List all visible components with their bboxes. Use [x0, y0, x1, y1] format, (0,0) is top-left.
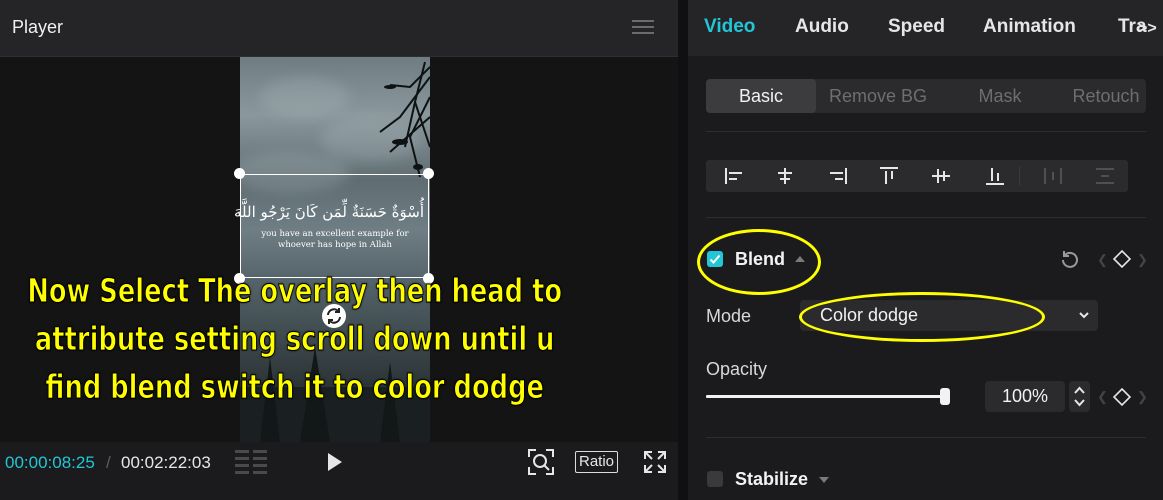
overlay-selection-box[interactable]: [240, 174, 429, 278]
distribute-horizontal-icon[interactable]: [1040, 164, 1066, 188]
keyframe-diamond-icon[interactable]: [1112, 387, 1132, 407]
preview-canvas[interactable]: أُسْوَةٌ حَسَنَةٌ لِّمَن كَانَ يَرْجُو ا…: [0, 57, 678, 442]
opacity-slider[interactable]: [706, 388, 950, 405]
align-middle-vertical-icon[interactable]: [928, 164, 954, 188]
resize-handle-top-left[interactable]: [234, 168, 245, 179]
menu-icon[interactable]: [632, 16, 654, 36]
next-keyframe-icon[interactable]: ❯: [1137, 389, 1148, 405]
divider: [706, 131, 1146, 132]
opacity-input[interactable]: 100%: [985, 381, 1065, 412]
overlay-translation-text: you have an excellent example for whoeve…: [246, 229, 424, 251]
align-bottom-icon[interactable]: [982, 164, 1008, 188]
ratio-button[interactable]: Ratio: [575, 451, 619, 473]
toolbar-separator: [1019, 166, 1020, 186]
reset-icon[interactable]: [1060, 249, 1080, 269]
timeline-grid-icon[interactable]: [235, 450, 268, 474]
subtab-basic[interactable]: Basic: [706, 79, 816, 113]
overlay-arabic-text: أُسْوَةٌ حَسَنَةٌ لِّمَن كَانَ يَرْجُو ا…: [233, 203, 424, 221]
previous-keyframe-icon[interactable]: ❮: [1097, 252, 1108, 268]
tab-video[interactable]: Video: [704, 16, 755, 38]
opacity-stepper[interactable]: [1069, 381, 1090, 412]
time-separator: /: [106, 453, 111, 472]
align-center-horizontal-icon[interactable]: [772, 164, 798, 188]
align-right-icon[interactable]: [824, 164, 850, 188]
alignment-toolbar: [706, 160, 1128, 192]
distribute-vertical-icon[interactable]: [1092, 164, 1118, 188]
tab-speed[interactable]: Speed: [888, 16, 945, 38]
subtab-remove-bg[interactable]: Remove BG: [818, 79, 938, 113]
subtab-mask[interactable]: Mask: [946, 79, 1054, 113]
player-panel: Player أُسْوَةٌ حَسَنَةٌ لِّمَن كَانَ يَ…: [0, 0, 678, 500]
annotation-circle-blend: [697, 229, 821, 295]
fullscreen-icon[interactable]: [644, 451, 666, 473]
inspector-tabs: Video Audio Speed Animation Tra >>: [688, 0, 1163, 56]
subtab-retouch[interactable]: Retouch: [1046, 79, 1163, 113]
resize-handle-top-right[interactable]: [423, 168, 434, 179]
tab-audio[interactable]: Audio: [795, 16, 849, 38]
translation-line: you have an excellent example for: [261, 229, 409, 239]
caption-line: attribute setting scroll down until u: [34, 319, 555, 359]
rotate-icon[interactable]: [322, 304, 346, 328]
mode-label: Mode: [706, 306, 752, 326]
more-tabs-icon[interactable]: >>: [1138, 20, 1157, 38]
total-time: 00:02:22:03: [121, 453, 211, 472]
screenshot-scan-icon[interactable]: [528, 449, 554, 475]
tutorial-caption: Now Select The overlay then head to attr…: [10, 267, 579, 411]
annotation-circle-mode: [799, 292, 1045, 342]
stabilize-checkbox[interactable]: [707, 471, 723, 487]
opacity-label: Opacity: [706, 359, 768, 379]
align-left-icon[interactable]: [722, 164, 748, 188]
next-keyframe-icon[interactable]: ❯: [1137, 252, 1148, 268]
expand-caret-icon[interactable]: [819, 477, 829, 483]
stabilize-label[interactable]: Stabilize: [735, 469, 808, 490]
play-icon[interactable]: [325, 451, 345, 473]
chevron-down-icon: [1079, 312, 1089, 319]
translation-line: whoever has hope in Allah: [278, 240, 392, 250]
player-header: Player: [0, 0, 678, 57]
stepper-arrows-icon: [1074, 386, 1085, 407]
current-time: 00:00:08:25: [5, 453, 95, 472]
previous-keyframe-icon[interactable]: ❮: [1097, 389, 1108, 405]
tab-animation[interactable]: Animation: [983, 16, 1076, 38]
align-top-icon[interactable]: [876, 164, 902, 188]
keyframe-diamond-icon[interactable]: [1112, 249, 1132, 269]
player-controls: 00:00:08:25 / 00:02:22:03 Ratio: [0, 442, 678, 500]
opacity-slider-fill: [706, 395, 950, 398]
opacity-slider-thumb[interactable]: [940, 388, 950, 405]
caption-line: find blend switch it to color dodge: [45, 367, 544, 407]
divider: [706, 217, 1146, 218]
caption-line: Now Select The overlay then head to: [27, 271, 563, 311]
video-subtabs: Basic Remove BG Mask Retouch: [706, 79, 1146, 113]
player-title: Player: [12, 17, 64, 37]
divider: [706, 437, 1146, 438]
